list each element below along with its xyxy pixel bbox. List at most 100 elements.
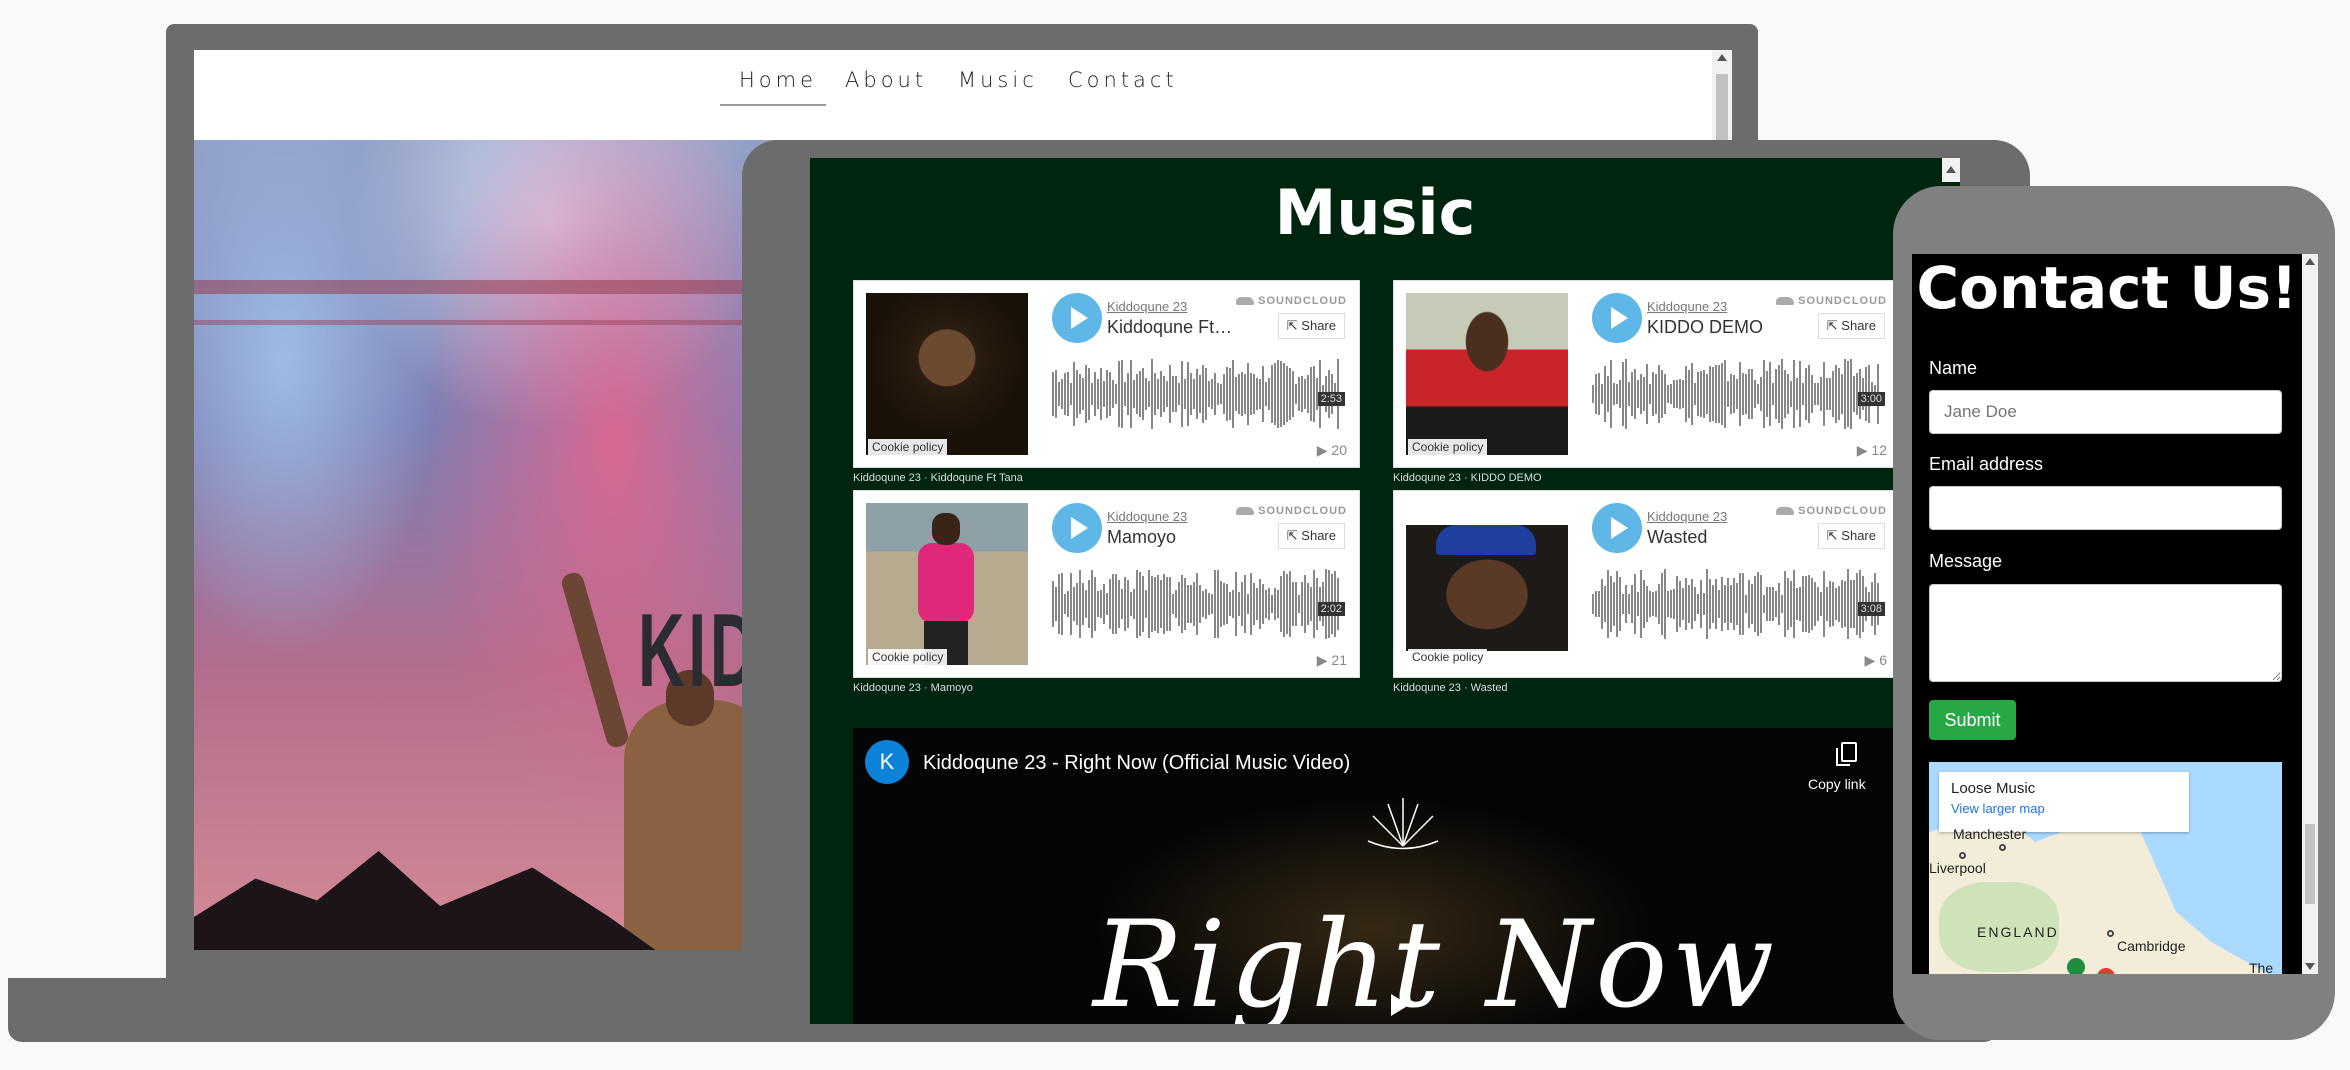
track-caption[interactable]: Kiddoqune 23 · KIDDO DEMO — [1393, 472, 1542, 484]
waveform-bar — [1706, 373, 1708, 415]
track-title[interactable]: KIDDO DEMO — [1647, 317, 1763, 338]
play-icon[interactable] — [1592, 293, 1642, 343]
track-artist[interactable]: Kiddoqune 23 — [1107, 509, 1187, 524]
waveform-bar — [1796, 588, 1798, 620]
soundcloud-logo[interactable]: SOUNDCLOUD — [1776, 505, 1887, 517]
copy-icon[interactable] — [1836, 742, 1857, 766]
waveform-bar — [1691, 579, 1693, 629]
waveform-bar — [1718, 364, 1720, 424]
soundcloud-brand: SOUNDCLOUD — [1798, 505, 1887, 517]
play-icon[interactable] — [1052, 293, 1102, 343]
name-field[interactable] — [1929, 390, 2282, 434]
youtube-embed[interactable]: Right Now K Kiddoqune 23 - Right Now (Of… — [853, 728, 1940, 1024]
channel-avatar[interactable]: K — [865, 740, 909, 784]
scroll-up-arrow-icon[interactable] — [2305, 258, 2315, 265]
waveform-bar — [1211, 594, 1213, 614]
laptop-scrollbar[interactable] — [1712, 50, 1732, 140]
video-play-icon[interactable] — [1391, 994, 1409, 1016]
waveform[interactable] — [1592, 567, 1886, 641]
play-icon[interactable] — [1592, 503, 1642, 553]
waveform-bar — [1592, 384, 1594, 404]
nav-contact[interactable]: Contact — [1068, 68, 1178, 92]
waveform-bar — [1301, 375, 1303, 413]
play-count: ▶ 20 — [1316, 442, 1347, 458]
share-button[interactable]: ⇱ Share — [1277, 313, 1345, 339]
waveform-bar — [1853, 376, 1855, 412]
track-artist[interactable]: Kiddoqune 23 — [1647, 509, 1727, 524]
cookie-policy-link[interactable]: Cookie policy — [1408, 439, 1488, 455]
nav-about[interactable]: About — [845, 68, 927, 92]
cookie-policy-link[interactable]: Cookie policy — [1408, 649, 1488, 665]
track-artwork[interactable]: Cookie policy — [866, 293, 1028, 455]
track-title[interactable]: Kiddoqune Ft… — [1107, 317, 1232, 338]
waveform-bar — [1706, 569, 1708, 639]
waveform[interactable] — [1592, 357, 1886, 431]
scroll-down-arrow-icon[interactable] — [2305, 963, 2315, 970]
track-artwork[interactable]: Cookie policy — [1406, 293, 1568, 455]
share-button[interactable]: ⇱ Share — [1277, 523, 1345, 549]
waveform-bar — [1070, 573, 1072, 635]
scrollbar-thumb[interactable] — [2305, 824, 2315, 904]
track-artist[interactable]: Kiddoqune 23 — [1107, 299, 1187, 314]
soundcloud-player[interactable]: Cookie policy Kiddoqune 23 KIDDO DEMO SO… — [1393, 280, 1900, 468]
track-title[interactable]: Wasted — [1647, 527, 1707, 548]
scroll-up-arrow-icon[interactable] — [1717, 54, 1727, 61]
waveform-bar — [1697, 594, 1699, 614]
track-caption[interactable]: Kiddoqune 23 · Kiddoqune Ft Tana — [853, 472, 1023, 484]
waveform-bar — [1301, 582, 1303, 626]
waveform-bar — [1592, 593, 1594, 615]
nav-music[interactable]: Music — [958, 68, 1038, 92]
waveform-bar — [1244, 373, 1246, 415]
view-larger-map-link[interactable]: View larger map — [1951, 801, 2177, 816]
waveform-bar — [1673, 589, 1675, 619]
cookie-policy-link[interactable]: Cookie policy — [868, 649, 948, 665]
soundcloud-player[interactable]: Cookie policy Kiddoqune 23 Mamoyo SOUNDC… — [853, 490, 1360, 678]
waveform-bar — [1790, 581, 1792, 627]
track-artwork[interactable]: Cookie policy — [866, 503, 1028, 665]
waveform-bar — [1310, 367, 1312, 421]
soundcloud-logo[interactable]: SOUNDCLOUD — [1236, 295, 1347, 307]
soundcloud-player[interactable]: Cookie policy Kiddoqune 23 Kiddoqune Ft…… — [853, 280, 1360, 468]
embedded-map[interactable]: Loose Music View larger map Manchester L… — [1929, 762, 2282, 974]
waveform-bar — [1685, 365, 1687, 423]
waveform-bar — [1265, 381, 1267, 407]
soundcloud-player[interactable]: Cookie policy Kiddoqune 23 Wasted SOUNDC… — [1393, 490, 1900, 678]
waveform-bar — [1664, 569, 1666, 639]
waveform-bar — [1166, 381, 1168, 407]
waveform-bar — [1823, 361, 1825, 427]
waveform-bar — [1721, 362, 1723, 426]
waveform[interactable] — [1052, 567, 1346, 641]
email-field[interactable] — [1929, 486, 2282, 530]
waveform-bar — [1223, 582, 1225, 626]
video-title[interactable]: Kiddoqune 23 - Right Now (Official Music… — [923, 752, 1350, 775]
share-button[interactable]: ⇱ Share — [1817, 313, 1885, 339]
waveform-bar — [1076, 369, 1078, 419]
scroll-up-arrow-icon[interactable] — [1946, 166, 1956, 173]
copy-link-button[interactable]: Copy link — [1808, 776, 1866, 792]
waveform-bar — [1631, 584, 1633, 624]
tablet-scrollbar[interactable] — [1942, 158, 1960, 182]
cookie-policy-link[interactable]: Cookie policy — [868, 439, 948, 455]
phone-scrollbar[interactable] — [2302, 254, 2318, 974]
waveform[interactable] — [1052, 357, 1346, 431]
soundcloud-logo[interactable]: SOUNDCLOUD — [1236, 505, 1347, 517]
waveform-bar — [1265, 589, 1267, 619]
waveform-bar — [1160, 580, 1162, 628]
waveform-bar — [1220, 581, 1222, 627]
nav-home[interactable]: Home — [739, 68, 817, 92]
waveform-bar — [1142, 575, 1144, 633]
waveform-bar — [1820, 376, 1822, 412]
soundcloud-logo[interactable]: SOUNDCLOUD — [1776, 295, 1887, 307]
track-caption[interactable]: Kiddoqune 23 · Mamoyo — [853, 682, 973, 694]
submit-button[interactable]: Submit — [1929, 700, 2016, 740]
track-artwork[interactable]: Cookie policy — [1406, 503, 1568, 665]
waveform-bar — [1097, 378, 1099, 410]
waveform-bar — [1826, 377, 1828, 411]
message-field[interactable] — [1929, 584, 2282, 682]
track-title[interactable]: Mamoyo — [1107, 527, 1176, 548]
share-button[interactable]: ⇱ Share — [1817, 523, 1885, 549]
play-icon[interactable] — [1052, 503, 1102, 553]
scrollbar-thumb[interactable] — [1716, 74, 1728, 140]
track-caption[interactable]: Kiddoqune 23 · Wasted — [1393, 682, 1508, 694]
track-artist[interactable]: Kiddoqune 23 — [1647, 299, 1727, 314]
